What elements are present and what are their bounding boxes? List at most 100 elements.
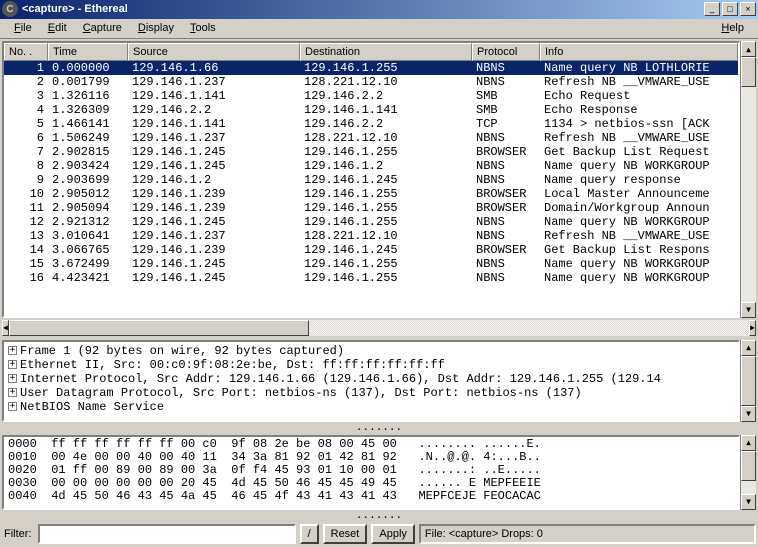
cell: 3.066765 [48,243,128,257]
filter-label: Filter: [2,528,34,540]
cell: 129.146.1.237 [128,229,300,243]
col-header-source[interactable]: Source [128,43,300,61]
scroll-up-icon[interactable]: ▲ [741,435,756,451]
tree-vscroll[interactable]: ▲ ▼ [740,340,756,422]
hex-vscroll[interactable]: ▲ ▼ [740,435,756,510]
tree-udp[interactable]: User Datagram Protocol, Src Port: netbio… [20,386,582,400]
cell: 2.921312 [48,215,128,229]
cell: 10 [4,187,48,201]
cell: 129.146.2.2 [300,89,472,103]
menu-tools[interactable]: Tools [182,20,224,36]
col-header-protocol[interactable]: Protocol [472,43,540,61]
scroll-left-icon[interactable]: ◀ [2,320,9,336]
cell: NBNS [472,131,540,145]
tree-nbns[interactable]: NetBIOS Name Service [20,400,164,414]
expander-icon[interactable]: + [8,346,17,355]
filter-clear-button[interactable]: / [300,524,319,544]
menu-capture[interactable]: Capture [75,20,130,36]
protocol-tree-pane: +Frame 1 (92 bytes on wire, 92 bytes cap… [2,340,756,422]
packet-list-hscroll[interactable]: ◀ ▶ [2,320,756,336]
cell: 9 [4,173,48,187]
scroll-down-icon[interactable]: ▼ [741,494,756,510]
close-button[interactable]: × [740,2,756,16]
menu-display[interactable]: Display [130,20,182,36]
packet-row[interactable]: 153.672499129.146.1.245129.146.1.255NBNS… [4,257,738,271]
cell: NBNS [472,75,540,89]
cell: Get Backup List Respons [540,243,738,257]
cell: 12 [4,215,48,229]
packet-row[interactable]: 92.903699129.146.1.2129.146.1.245NBNSNam… [4,173,738,187]
packet-row[interactable]: 20.001799129.146.1.237128.221.12.10NBNSR… [4,75,738,89]
cell: 7 [4,145,48,159]
scroll-thumb[interactable] [741,57,756,87]
packet-row[interactable]: 31.326116129.146.1.141129.146.2.2SMBEcho… [4,89,738,103]
packet-row[interactable]: 102.905012129.146.1.239129.146.1.255BROW… [4,187,738,201]
packet-list-vscroll[interactable]: ▲ ▼ [740,41,756,317]
maximize-button[interactable]: □ [722,2,738,16]
scroll-up-icon[interactable]: ▲ [741,340,756,356]
filter-input[interactable] [38,524,296,544]
reset-button[interactable]: Reset [323,524,368,544]
scroll-right-icon[interactable]: ▶ [749,320,756,336]
cell: TCP [472,117,540,131]
cell: Name query NB WORKGROUP [540,159,738,173]
hscroll-thumb[interactable] [9,320,309,336]
tree-ip[interactable]: Internet Protocol, Src Addr: 129.146.1.6… [20,372,661,386]
minimize-button[interactable]: _ [704,2,720,16]
scroll-up-icon[interactable]: ▲ [741,41,756,57]
packet-row[interactable]: 51.466141129.146.1.141129.146.2.2TCP1134… [4,117,738,131]
cell: 13 [4,229,48,243]
cell: 129.146.1.245 [128,257,300,271]
cell: 129.146.1.2 [128,173,300,187]
expander-icon[interactable]: + [8,402,17,411]
expander-icon[interactable]: + [8,374,17,383]
cell: 1.326116 [48,89,128,103]
menu-edit[interactable]: Edit [40,20,75,36]
menu-file[interactable]: File [6,20,40,36]
cell: 129.146.1.2 [300,159,472,173]
expander-icon[interactable]: + [8,388,17,397]
cell: Domain/Workgroup Announ [540,201,738,215]
cell: 129.146.1.141 [128,117,300,131]
scroll-down-icon[interactable]: ▼ [741,302,756,318]
scroll-thumb[interactable] [741,356,756,406]
cell: NBNS [472,173,540,187]
packet-row[interactable]: 10.000000129.146.1.66129.146.1.255NBNSNa… [4,61,738,75]
packet-row[interactable]: 41.326309129.146.2.2129.146.1.141SMBEcho… [4,103,738,117]
packet-row[interactable]: 122.921312129.146.1.245129.146.1.255NBNS… [4,215,738,229]
packet-row[interactable]: 112.905094129.146.1.239129.146.1.255BROW… [4,201,738,215]
tree-ethernet[interactable]: Ethernet II, Src: 00:c0:9f:08:2e:be, Dst… [20,358,445,372]
tree-frame[interactable]: Frame 1 (92 bytes on wire, 92 bytes capt… [20,344,344,358]
cell: BROWSER [472,187,540,201]
apply-button[interactable]: Apply [371,524,415,544]
expander-icon[interactable]: + [8,360,17,369]
col-header-no[interactable]: No. . [4,43,48,61]
cell: NBNS [472,229,540,243]
packet-row[interactable]: 143.066765129.146.1.239129.146.1.245BROW… [4,243,738,257]
col-header-info[interactable]: Info [540,43,738,61]
menubar: File Edit Capture Display Tools Help [0,19,758,40]
cell: 0.000000 [48,61,128,75]
packet-rows[interactable]: 10.000000129.146.1.66129.146.1.255NBNSNa… [4,61,738,285]
scroll-thumb[interactable] [741,451,756,481]
cell: 129.146.1.237 [128,131,300,145]
pane-divider[interactable]: ....... [0,512,758,521]
packet-row[interactable]: 133.010641129.146.1.237128.221.12.10NBNS… [4,229,738,243]
packet-list-pane: No. . Time Source Destination Protocol I… [2,41,756,317]
packet-row[interactable]: 164.423421129.146.1.245129.146.1.255NBNS… [4,271,738,285]
cell: 1134 > netbios-ssn [ACK [540,117,738,131]
hex-dump[interactable]: 0000 ff ff ff ff ff ff 00 c0 9f 08 2e be… [2,435,740,510]
col-header-time[interactable]: Time [48,43,128,61]
cell: 2.905012 [48,187,128,201]
cell: 1.326309 [48,103,128,117]
cell: 129.146.1.141 [300,103,472,117]
packet-row[interactable]: 82.903424129.146.1.245129.146.1.2NBNSNam… [4,159,738,173]
pane-divider[interactable]: ....... [0,424,758,433]
protocol-tree[interactable]: +Frame 1 (92 bytes on wire, 92 bytes cap… [2,340,740,422]
col-header-destination[interactable]: Destination [300,43,472,61]
scroll-down-icon[interactable]: ▼ [741,406,756,422]
packet-row[interactable]: 61.506249129.146.1.237128.221.12.10NBNSR… [4,131,738,145]
cell: BROWSER [472,145,540,159]
menu-help[interactable]: Help [713,20,752,36]
packet-row[interactable]: 72.902815129.146.1.245129.146.1.255BROWS… [4,145,738,159]
